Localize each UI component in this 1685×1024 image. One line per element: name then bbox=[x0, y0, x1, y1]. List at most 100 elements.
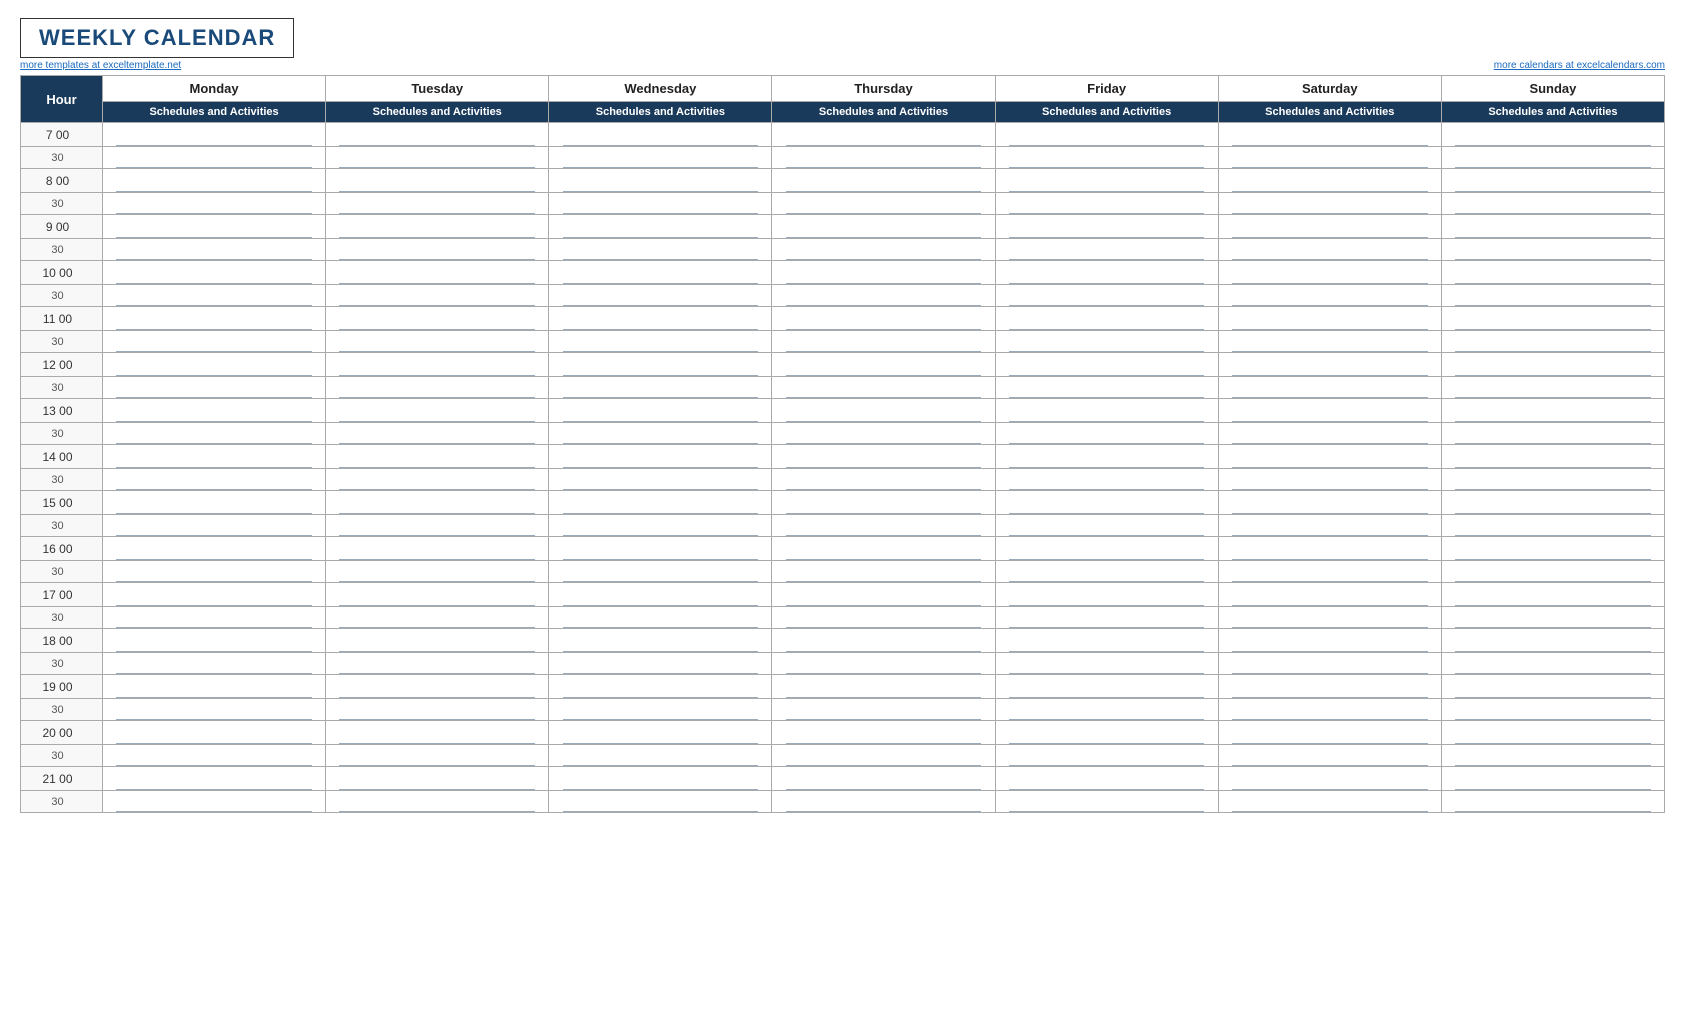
slot-19-00-day4[interactable] bbox=[995, 675, 1218, 699]
slot-13-00-day1[interactable] bbox=[326, 399, 549, 423]
slot-15-00-day0[interactable] bbox=[103, 491, 326, 515]
slot-8-30-day4[interactable] bbox=[995, 193, 1218, 215]
slot-12-30-day3[interactable] bbox=[772, 377, 995, 399]
slot-8-00-day5[interactable] bbox=[1218, 169, 1441, 193]
right-link[interactable]: more calendars at excelcalendars.com bbox=[1494, 60, 1665, 71]
slot-18-00-day6[interactable] bbox=[1441, 629, 1664, 653]
slot-14-00-day0[interactable] bbox=[103, 445, 326, 469]
slot-7-00-day5[interactable] bbox=[1218, 123, 1441, 147]
slot-10-00-day4[interactable] bbox=[995, 261, 1218, 285]
slot-20-30-day5[interactable] bbox=[1218, 745, 1441, 767]
slot-15-30-day3[interactable] bbox=[772, 515, 995, 537]
slot-10-00-day1[interactable] bbox=[326, 261, 549, 285]
slot-18-30-day2[interactable] bbox=[549, 653, 772, 675]
slot-7-00-day4[interactable] bbox=[995, 123, 1218, 147]
slot-21-30-day0[interactable] bbox=[103, 791, 326, 813]
slot-19-00-day3[interactable] bbox=[772, 675, 995, 699]
slot-13-30-day1[interactable] bbox=[326, 423, 549, 445]
slot-17-30-day0[interactable] bbox=[103, 607, 326, 629]
slot-13-30-day0[interactable] bbox=[103, 423, 326, 445]
slot-15-00-day5[interactable] bbox=[1218, 491, 1441, 515]
slot-11-30-day5[interactable] bbox=[1218, 331, 1441, 353]
slot-20-00-day4[interactable] bbox=[995, 721, 1218, 745]
slot-13-30-day2[interactable] bbox=[549, 423, 772, 445]
slot-21-00-day3[interactable] bbox=[772, 767, 995, 791]
slot-14-00-day1[interactable] bbox=[326, 445, 549, 469]
slot-10-30-day6[interactable] bbox=[1441, 285, 1664, 307]
slot-10-30-day0[interactable] bbox=[103, 285, 326, 307]
slot-19-00-day0[interactable] bbox=[103, 675, 326, 699]
slot-13-30-day3[interactable] bbox=[772, 423, 995, 445]
slot-13-00-day5[interactable] bbox=[1218, 399, 1441, 423]
slot-16-30-day0[interactable] bbox=[103, 561, 326, 583]
slot-16-00-day5[interactable] bbox=[1218, 537, 1441, 561]
slot-18-30-day5[interactable] bbox=[1218, 653, 1441, 675]
slot-15-30-day4[interactable] bbox=[995, 515, 1218, 537]
slot-9-00-day6[interactable] bbox=[1441, 215, 1664, 239]
slot-10-00-day5[interactable] bbox=[1218, 261, 1441, 285]
slot-7-30-day2[interactable] bbox=[549, 147, 772, 169]
slot-8-00-day1[interactable] bbox=[326, 169, 549, 193]
slot-18-00-day3[interactable] bbox=[772, 629, 995, 653]
slot-12-00-day6[interactable] bbox=[1441, 353, 1664, 377]
slot-19-00-day2[interactable] bbox=[549, 675, 772, 699]
slot-10-00-day6[interactable] bbox=[1441, 261, 1664, 285]
slot-16-00-day0[interactable] bbox=[103, 537, 326, 561]
slot-12-00-day1[interactable] bbox=[326, 353, 549, 377]
slot-16-00-day3[interactable] bbox=[772, 537, 995, 561]
slot-9-30-day0[interactable] bbox=[103, 239, 326, 261]
slot-8-00-day6[interactable] bbox=[1441, 169, 1664, 193]
slot-8-30-day2[interactable] bbox=[549, 193, 772, 215]
slot-11-30-day4[interactable] bbox=[995, 331, 1218, 353]
slot-9-30-day6[interactable] bbox=[1441, 239, 1664, 261]
slot-13-00-day3[interactable] bbox=[772, 399, 995, 423]
slot-17-00-day1[interactable] bbox=[326, 583, 549, 607]
slot-15-30-day6[interactable] bbox=[1441, 515, 1664, 537]
slot-21-30-day5[interactable] bbox=[1218, 791, 1441, 813]
slot-15-30-day5[interactable] bbox=[1218, 515, 1441, 537]
slot-12-00-day5[interactable] bbox=[1218, 353, 1441, 377]
slot-21-00-day2[interactable] bbox=[549, 767, 772, 791]
slot-11-00-day0[interactable] bbox=[103, 307, 326, 331]
slot-20-00-day6[interactable] bbox=[1441, 721, 1664, 745]
slot-9-30-day4[interactable] bbox=[995, 239, 1218, 261]
slot-11-30-day2[interactable] bbox=[549, 331, 772, 353]
slot-9-00-day1[interactable] bbox=[326, 215, 549, 239]
slot-10-30-day4[interactable] bbox=[995, 285, 1218, 307]
slot-17-00-day5[interactable] bbox=[1218, 583, 1441, 607]
slot-18-30-day6[interactable] bbox=[1441, 653, 1664, 675]
slot-12-30-day5[interactable] bbox=[1218, 377, 1441, 399]
slot-13-00-day6[interactable] bbox=[1441, 399, 1664, 423]
slot-11-00-day2[interactable] bbox=[549, 307, 772, 331]
slot-20-30-day1[interactable] bbox=[326, 745, 549, 767]
slot-11-00-day1[interactable] bbox=[326, 307, 549, 331]
slot-9-00-day5[interactable] bbox=[1218, 215, 1441, 239]
slot-21-00-day0[interactable] bbox=[103, 767, 326, 791]
slot-20-00-day1[interactable] bbox=[326, 721, 549, 745]
slot-20-00-day2[interactable] bbox=[549, 721, 772, 745]
slot-15-30-day1[interactable] bbox=[326, 515, 549, 537]
slot-17-00-day6[interactable] bbox=[1441, 583, 1664, 607]
slot-20-30-day2[interactable] bbox=[549, 745, 772, 767]
slot-17-30-day4[interactable] bbox=[995, 607, 1218, 629]
slot-19-30-day1[interactable] bbox=[326, 699, 549, 721]
slot-11-00-day5[interactable] bbox=[1218, 307, 1441, 331]
slot-11-00-day3[interactable] bbox=[772, 307, 995, 331]
slot-12-00-day0[interactable] bbox=[103, 353, 326, 377]
slot-10-00-day2[interactable] bbox=[549, 261, 772, 285]
slot-18-00-day1[interactable] bbox=[326, 629, 549, 653]
slot-10-30-day5[interactable] bbox=[1218, 285, 1441, 307]
slot-21-30-day4[interactable] bbox=[995, 791, 1218, 813]
slot-18-00-day2[interactable] bbox=[549, 629, 772, 653]
slot-12-30-day1[interactable] bbox=[326, 377, 549, 399]
slot-20-00-day0[interactable] bbox=[103, 721, 326, 745]
slot-19-30-day3[interactable] bbox=[772, 699, 995, 721]
slot-14-00-day4[interactable] bbox=[995, 445, 1218, 469]
slot-13-30-day5[interactable] bbox=[1218, 423, 1441, 445]
slot-8-30-day3[interactable] bbox=[772, 193, 995, 215]
slot-13-30-day4[interactable] bbox=[995, 423, 1218, 445]
slot-14-30-day0[interactable] bbox=[103, 469, 326, 491]
slot-12-30-day0[interactable] bbox=[103, 377, 326, 399]
slot-10-00-day3[interactable] bbox=[772, 261, 995, 285]
slot-17-00-day3[interactable] bbox=[772, 583, 995, 607]
